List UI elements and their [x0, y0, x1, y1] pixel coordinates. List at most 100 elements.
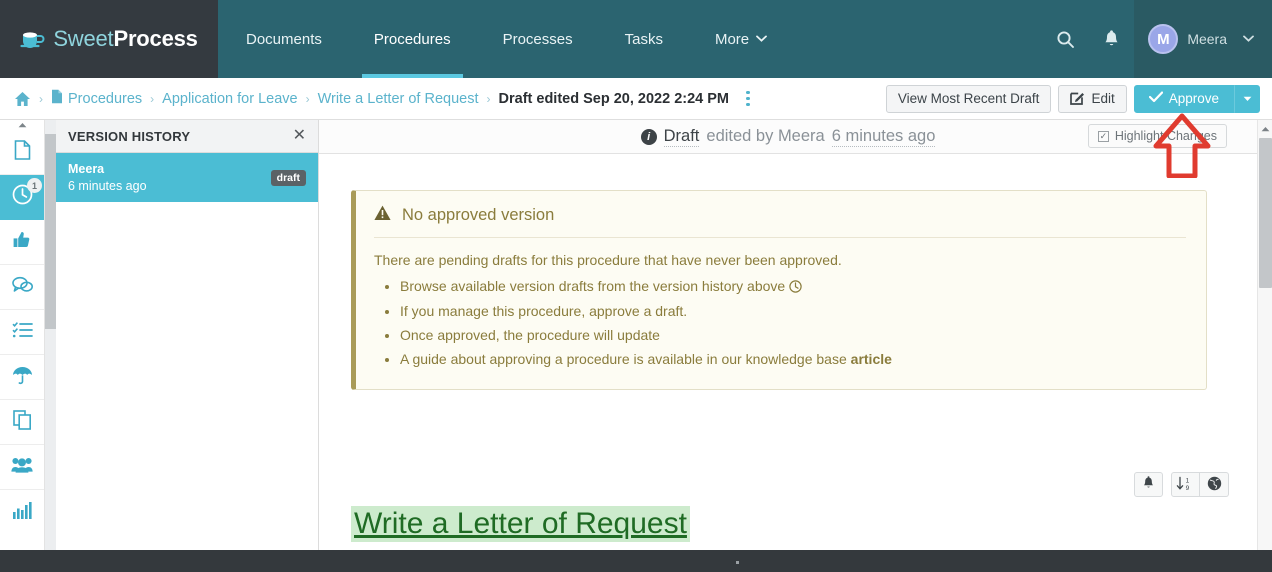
approve-button-group: Approve [1133, 84, 1260, 113]
breadcrumb-separator: › [486, 91, 491, 106]
chevron-down-icon [756, 33, 768, 45]
document-icon [14, 139, 31, 165]
nav-label: Documents [246, 30, 322, 48]
svg-text:9: 9 [1186, 485, 1190, 491]
coffee-cup-icon [20, 29, 46, 49]
scroll-up-arrow-icon[interactable] [1258, 122, 1272, 136]
alert-intro: There are pending drafts for this proced… [374, 252, 842, 268]
draft-status-middle: edited by Meera [706, 127, 825, 145]
main-nav-items: Documents Procedures Processes Tasks Mor… [218, 0, 1042, 78]
breadcrumb-item-write-a-letter-of-request[interactable]: Write a Letter of Request [318, 91, 479, 107]
brand-logo[interactable]: SweetProcess [0, 0, 218, 78]
nav-item-documents[interactable]: Documents [218, 0, 348, 78]
version-history-header: VERSION HISTORY ✕ [56, 120, 318, 153]
version-history-row[interactable]: Meera 6 minutes ago draft [56, 153, 318, 202]
clock-icon [789, 278, 802, 294]
sort-button[interactable]: 1 9 [1171, 472, 1200, 497]
user-name: Meera [1187, 31, 1227, 47]
avatar: M [1148, 24, 1179, 54]
nav-item-more[interactable]: More [689, 0, 793, 78]
rail-item-policies[interactable] [0, 355, 44, 400]
nav-item-tasks[interactable]: Tasks [599, 0, 689, 78]
left-icon-rail: 1 [0, 120, 45, 572]
document-float-buttons: 1 9 [1134, 472, 1229, 497]
alert-body: There are pending drafts for this proced… [374, 238, 1186, 369]
rail-scrollbar[interactable] [45, 120, 56, 572]
button-label: View Most Recent Draft [897, 91, 1040, 106]
document-icon [51, 89, 63, 109]
version-history-title: VERSION HISTORY [68, 128, 191, 144]
view-most-recent-draft-button[interactable]: View Most Recent Draft [885, 84, 1052, 113]
home-icon[interactable] [14, 91, 31, 107]
globe-icon [1207, 476, 1222, 494]
nav-label: Procedures [373, 30, 451, 48]
rail-item-approvals[interactable] [0, 220, 44, 265]
draft-status-time: 6 minutes ago [831, 126, 936, 147]
alert-bullet-list: Browse available version drafts from the… [400, 276, 1186, 369]
more-options-icon[interactable] [743, 88, 753, 110]
alert-bullet-3: Once approved, the procedure will update [400, 325, 1186, 345]
rail-scroll-up[interactable] [0, 120, 44, 130]
rail-badge-count: 1 [27, 178, 42, 193]
close-icon[interactable]: ✕ [293, 128, 306, 144]
approve-dropdown-button[interactable] [1234, 84, 1260, 113]
alert-bullet-4: A guide about approving a procedure is a… [400, 349, 1186, 369]
pencil-square-icon [1070, 90, 1085, 108]
info-icon: i [640, 128, 657, 145]
main-content: i Draft edited by Meera 6 minutes ago ✓ … [319, 120, 1257, 572]
nav-label: More [714, 30, 750, 48]
warning-triangle-icon [374, 205, 391, 226]
nav-label: Processes [502, 30, 573, 48]
rail-item-comments[interactable] [0, 265, 44, 310]
globe-button[interactable] [1200, 472, 1229, 497]
version-author: Meera [68, 162, 105, 176]
button-label: Edit [1091, 91, 1115, 106]
breadcrumb-item-application-for-leave[interactable]: Application for Leave [162, 91, 297, 107]
footer-indicator [736, 561, 739, 564]
main-scrollbar[interactable] [1257, 120, 1272, 572]
draft-status-bar: i Draft edited by Meera 6 minutes ago ✓ … [319, 120, 1257, 154]
check-icon [1148, 91, 1163, 106]
bell-icon [1142, 475, 1155, 494]
alert-title-row: No approved version [374, 205, 1186, 238]
user-menu[interactable]: M Meera [1134, 0, 1272, 78]
breadcrumb-item-procedures[interactable]: Procedures [68, 91, 142, 107]
rail-item-version-history[interactable]: 1 [0, 175, 44, 220]
button-label: Approve [1168, 91, 1219, 106]
avatar-initial: M [1157, 30, 1170, 48]
comments-icon [11, 276, 33, 299]
checklist-icon [11, 321, 33, 344]
rail-item-documents[interactable] [0, 130, 44, 175]
nav-label: Tasks [624, 30, 663, 48]
rail-item-tasks[interactable] [0, 310, 44, 355]
approve-button[interactable]: Approve [1133, 84, 1234, 113]
body-region: 1 VERSION HISTORY ✕ Meera 6 minutes ago … [0, 120, 1272, 572]
document-actions: View Most Recent Draft Edit Approve [885, 84, 1260, 113]
top-navigation-bar: SweetProcess Documents Procedures Proces… [0, 0, 1272, 78]
bar-chart-icon [12, 501, 32, 524]
bell-icon[interactable] [1088, 0, 1134, 78]
highlight-changes-button[interactable]: ✓ Highlight Changes [1087, 124, 1227, 148]
rail-scrollbar-thumb[interactable] [45, 134, 56, 329]
highlight-changes-label: Highlight Changes [1114, 129, 1217, 143]
rail-item-duplicate[interactable] [0, 400, 44, 445]
sort-globe-group: 1 9 [1171, 472, 1229, 497]
rail-item-teams[interactable] [0, 445, 44, 490]
nav-item-procedures[interactable]: Procedures [348, 0, 477, 78]
search-icon[interactable] [1042, 0, 1088, 78]
status-badge: draft [270, 169, 306, 186]
no-approved-version-alert: No approved version There are pending dr… [351, 190, 1207, 391]
umbrella-icon [12, 365, 33, 390]
knowledge-base-article-link[interactable]: article [851, 351, 892, 367]
breadcrumb-bar: › Procedures › Application for Leave › W… [0, 78, 1272, 120]
nav-item-processes[interactable]: Processes [477, 0, 599, 78]
edit-button[interactable]: Edit [1058, 84, 1127, 113]
rail-item-reports[interactable] [0, 490, 44, 535]
chevron-down-icon [1243, 33, 1254, 45]
version-history-panel: VERSION HISTORY ✕ Meera 6 minutes ago dr… [56, 120, 319, 572]
breadcrumb-separator: › [305, 91, 310, 106]
version-time: 6 minutes ago [68, 179, 147, 193]
draft-status-text: i Draft edited by Meera 6 minutes ago [640, 126, 936, 147]
main-scrollbar-thumb[interactable] [1259, 138, 1272, 288]
notify-button[interactable] [1134, 472, 1163, 497]
